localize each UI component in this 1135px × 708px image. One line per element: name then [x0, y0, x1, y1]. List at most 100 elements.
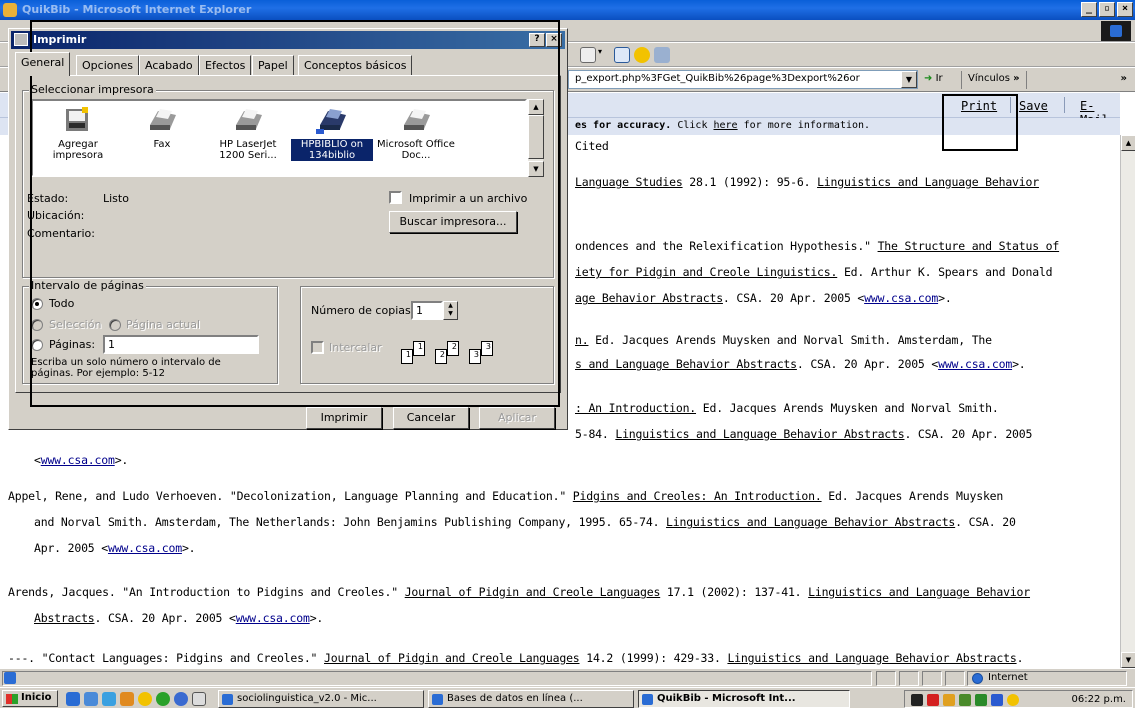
citation-text: 17.1 (2002): 137-41. — [660, 585, 809, 599]
status-cell — [922, 671, 942, 686]
maximize-button[interactable]: ▫ — [1099, 2, 1115, 17]
ie-quicklaunch-icon[interactable] — [66, 692, 80, 706]
network-quicklaunch-icon[interactable] — [174, 692, 188, 706]
scroll-down-icon[interactable]: ▼ — [1121, 652, 1135, 668]
explorer-quicklaunch-icon[interactable] — [102, 692, 116, 706]
mail-quicklaunch-icon[interactable] — [192, 692, 206, 706]
citation-text: 28.1 (1992): 95-6. — [682, 175, 818, 189]
research-icon[interactable] — [654, 47, 670, 63]
citation-title: Language Studies — [575, 175, 683, 189]
citation-text: 5-84. — [575, 427, 616, 441]
here-link[interactable]: here — [714, 120, 738, 131]
browser-title-bar[interactable]: QuikBib - Microsoft Internet Explorer _ … — [0, 0, 1135, 20]
cancel-button[interactable]: Cancelar — [393, 407, 469, 429]
citation-title: s and Language Behavior Abstracts — [575, 357, 797, 371]
scroll-up-icon[interactable]: ▲ — [1121, 135, 1135, 151]
task-word-document[interactable]: sociolinguistica_v2.0 - Mic... — [218, 690, 424, 708]
clock: 06:22 p.m. — [1071, 694, 1126, 705]
citation-title: Linguistics and Language Behavior Abstra… — [615, 427, 905, 441]
close-window-button[interactable]: × — [1117, 2, 1133, 17]
messenger-quicklaunch-icon[interactable] — [138, 692, 152, 706]
task-databases-window[interactable]: Bases de datos en línea (... — [428, 690, 634, 708]
globe-icon — [972, 673, 983, 684]
tray-icon[interactable] — [959, 694, 971, 706]
csa-link[interactable]: www.csa.com — [41, 453, 115, 467]
csa-link[interactable]: www.csa.com — [864, 291, 938, 305]
start-button[interactable]: Inicio — [2, 690, 58, 707]
security-zone: Internet — [988, 672, 1028, 683]
dropdown-arrow-icon[interactable]: ▾ — [598, 47, 614, 63]
windows-logo-icon — [1101, 21, 1131, 41]
citation-text: >. — [181, 541, 196, 555]
citation-title: Linguistics and Language Behavior — [808, 585, 1031, 599]
tray-icon[interactable] — [943, 694, 955, 706]
go-button[interactable]: ➜ Ir — [924, 73, 943, 84]
citation-text: >. — [1012, 357, 1026, 371]
browser-title: QuikBib - Microsoft Internet Explorer — [22, 3, 252, 16]
messenger-tray-icon[interactable] — [1007, 694, 1019, 706]
windows-flag-icon — [6, 694, 18, 704]
links-button[interactable]: Vínculos » — [961, 71, 1027, 89]
address-dropdown-button[interactable]: ▼ — [901, 71, 917, 88]
tab-general[interactable]: General — [15, 52, 71, 76]
citation-text: and Norval Smith. Amsterdam, The Netherl… — [34, 515, 667, 529]
outlook-quicklaunch-icon[interactable] — [120, 692, 134, 706]
citation-text: >. — [114, 453, 129, 467]
citation-text: >. — [938, 291, 952, 305]
citation-text: Ed. Jacques Arends Muysken and Norval Sm… — [696, 401, 999, 415]
system-tray: 06:22 p.m. — [904, 690, 1133, 708]
internet-explorer-icon — [3, 3, 17, 17]
citation-line: <www.csa.com>. — [34, 453, 128, 467]
citation-text: Ed. Jacques Arends Muysken and Norval Sm… — [588, 333, 992, 347]
task-quikbib-window[interactable]: QuikBib - Microsoft Int... — [638, 690, 850, 708]
citation-line: 5-84. Linguistics and Language Behavior … — [575, 427, 1032, 441]
tray-icon[interactable] — [911, 694, 923, 706]
citation-text: . CSA. 20 Apr. 2005 — [904, 427, 1033, 441]
tray-icon[interactable] — [975, 694, 987, 706]
csa-link[interactable]: www.csa.com — [108, 541, 182, 555]
citation-title: : An Introduction. — [575, 401, 697, 415]
citation-line: n. Ed. Jacques Arends Muysken and Norval… — [575, 333, 992, 347]
citation-title: Linguistics and Language Behavior — [817, 175, 1039, 189]
citation-line: s and Language Behavior Abstracts. CSA. … — [575, 357, 1026, 371]
desktop-quicklaunch-icon[interactable] — [84, 692, 98, 706]
citation-line: ondences and the Relexification Hypothes… — [575, 239, 1059, 253]
media-icon[interactable] — [580, 47, 596, 63]
citation-title: iety for Pidgin and Creole Linguistics. — [575, 265, 838, 279]
citation-text: ondences and the Relexification Hypothes… — [575, 239, 878, 253]
citation-title: n. — [575, 333, 589, 347]
citation-line: ---. "Contact Languages: Pidgins and Cre… — [8, 651, 1023, 665]
print-button[interactable]: Imprimir — [306, 407, 382, 429]
taskbar: Inicio sociolinguistica_v2.0 - Mic... Ba… — [0, 687, 1135, 708]
citation-line: Cited — [575, 139, 609, 153]
status-text-cell — [2, 671, 872, 686]
citation-title: Journal of Pidgin and Creole Languages — [404, 585, 661, 599]
ie-icon — [642, 694, 653, 705]
save-link[interactable]: Save — [1019, 99, 1048, 113]
csa-link[interactable]: www.csa.com — [236, 611, 310, 625]
citation-title: Linguistics and Language Behavior Abstra… — [666, 515, 956, 529]
citation-text: . CSA. 20 — [955, 515, 1016, 529]
citation-text: Appel, Rene, and Ludo Verhoeven. "Decolo… — [8, 489, 573, 503]
citation-title: Journal of Pidgin and Creole Languages — [324, 651, 580, 665]
citation-text: < — [34, 453, 41, 467]
tray-icon[interactable] — [991, 694, 1003, 706]
page-icon — [4, 672, 16, 684]
tray-icon[interactable] — [927, 694, 939, 706]
address-input[interactable]: p_export.php%3FGet_QuikBib%26page%3Dexpo… — [568, 70, 918, 89]
minimize-button[interactable]: _ — [1081, 2, 1097, 17]
history-icon[interactable] — [614, 47, 630, 63]
csa-link[interactable]: www.csa.com — [938, 357, 1012, 371]
citation-line: Arends, Jacques. "An Introduction to Pid… — [8, 585, 1030, 599]
page-scrollbar[interactable]: ▲ ▼ — [1120, 135, 1135, 668]
citation-line: Abstracts. CSA. 20 Apr. 2005 <www.csa.co… — [34, 611, 323, 625]
citation-text: Ed. Jacques Arends Muysken — [821, 489, 1004, 503]
citation-line: Language Studies 28.1 (1992): 95-6. Ling… — [575, 175, 1039, 189]
media-quicklaunch-icon[interactable] — [156, 692, 170, 706]
messenger-icon[interactable] — [634, 47, 650, 63]
toolbar-overflow-chevron[interactable]: » — [1121, 73, 1127, 84]
go-arrow-icon: ➜ — [924, 73, 933, 84]
citation-text: . CSA. 20 Apr. 2005 < — [796, 357, 939, 371]
apply-button: Aplicar — [479, 407, 555, 429]
citation-text: Arends, Jacques. "An Introduction to Pid… — [8, 585, 405, 599]
